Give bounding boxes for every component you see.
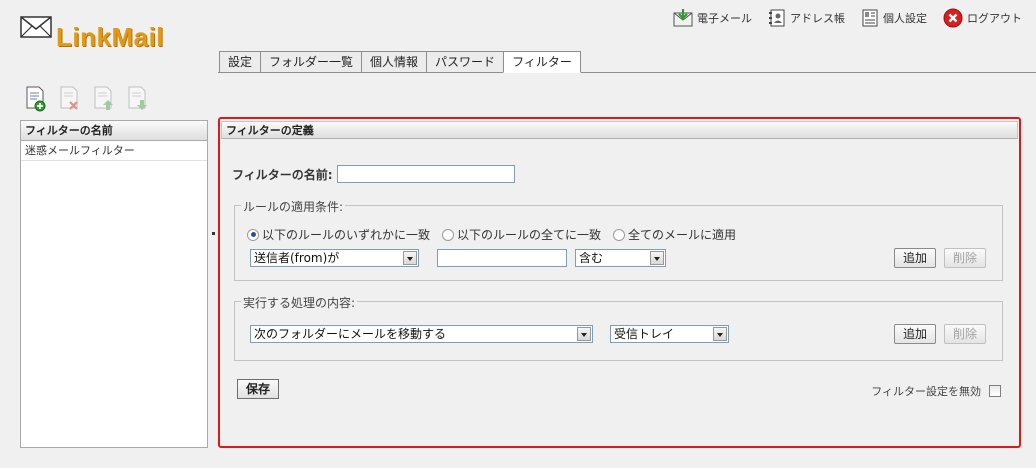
filter-name-input[interactable] <box>336 165 515 183</box>
chevron-down-icon[interactable] <box>713 327 727 341</box>
panel-splitter[interactable] <box>212 232 215 235</box>
target-folder-value: 受信トレイ <box>614 327 675 341</box>
filter-definition-header: フィルターの定義 <box>221 121 1018 139</box>
filter-list-header: フィルターの名前 <box>21 121 207 141</box>
delete-filter-icon <box>60 86 78 110</box>
nav-email-label: 電子メール <box>697 12 752 25</box>
logout-icon <box>943 8 963 28</box>
rules-legend: ルールの適用条件: <box>241 198 346 215</box>
tab-filter[interactable]: フィルター <box>503 51 581 73</box>
disable-filter-label: フィルター設定を無効 <box>871 385 981 398</box>
tab-folder-list[interactable]: フォルダー一覧 <box>260 51 362 73</box>
radio-button[interactable] <box>613 228 626 241</box>
rule-operator-select[interactable]: 含む <box>575 249 666 267</box>
actions-group: 実行する処理の内容: 次のフォルダーにメールを移動する 受信トレイ 追加 削除 <box>234 294 1003 361</box>
new-filter-button[interactable] <box>25 86 47 112</box>
rules-match-options: 以下のルールのいずれかに一致 以下のルールの全てに一致 全てのメールに適用 <box>247 226 736 243</box>
filter-definition-panel: フィルターの定義 フィルターの名前: ルールの適用条件: 以下のルールのいずれか… <box>218 117 1021 448</box>
top-nav: 電子メール アドレス帳 個人設定 ログアウト <box>673 8 1022 28</box>
rule-field-value: 送信者(from)が <box>254 251 340 265</box>
nav-logout-label: ログアウト <box>967 12 1022 25</box>
move-down-button[interactable] <box>127 86 149 112</box>
tab-personal-info[interactable]: 個人情報 <box>361 51 427 73</box>
nav-personal-settings[interactable]: 個人設定 <box>861 8 927 28</box>
filter-name-row: フィルターの名前: <box>232 165 515 183</box>
radio-match-any[interactable]: 以下のルールのいずれかに一致 <box>247 226 430 243</box>
nav-personal-settings-label: 個人設定 <box>883 12 927 25</box>
personal-settings-icon <box>862 9 878 27</box>
action-delete-button[interactable]: 削除 <box>944 324 986 344</box>
radio-all-messages[interactable]: 全てのメールに適用 <box>613 226 736 243</box>
radio-label: 以下のルールの全てに一致 <box>457 228 602 242</box>
rule-field-select[interactable]: 送信者(from)が <box>250 249 419 267</box>
action-type-value: 次のフォルダーにメールを移動する <box>254 327 447 341</box>
disable-filter-checkbox[interactable] <box>989 385 1001 397</box>
radio-label: 以下のルールのいずれかに一致 <box>262 228 431 242</box>
save-button[interactable]: 保存 <box>237 379 279 399</box>
tab-password[interactable]: パスワード <box>426 51 504 73</box>
nav-logout[interactable]: ログアウト <box>943 8 1022 28</box>
radio-label: 全てのメールに適用 <box>628 228 737 242</box>
filter-list-panel: フィルターの名前 迷惑メールフィルター <box>20 120 208 448</box>
radio-button[interactable] <box>247 228 259 241</box>
radio-button[interactable] <box>442 228 455 241</box>
rule-delete-button[interactable]: 削除 <box>944 248 986 268</box>
tab-settings[interactable]: 設定 <box>219 51 261 73</box>
filter-list-item[interactable]: 迷惑メールフィルター <box>21 141 207 161</box>
filter-toolbar <box>25 86 149 112</box>
address-book-icon <box>769 9 785 27</box>
action-add-button[interactable]: 追加 <box>894 324 936 344</box>
logo-text: LinkMail <box>56 22 165 52</box>
envelope-logo-icon <box>20 16 52 38</box>
nav-email[interactable]: 電子メール <box>673 8 752 28</box>
chevron-down-icon[interactable] <box>650 251 664 265</box>
target-folder-select[interactable]: 受信トレイ <box>610 325 729 343</box>
chevron-down-icon[interactable] <box>403 251 417 265</box>
action-type-select[interactable]: 次のフォルダーにメールを移動する <box>250 325 593 343</box>
move-up-button[interactable] <box>93 86 115 112</box>
new-filter-icon <box>26 86 46 112</box>
radio-match-all[interactable]: 以下のルールの全てに一致 <box>442 226 601 243</box>
rule-operator-value: 含む <box>579 251 604 265</box>
mail-download-icon <box>673 9 693 27</box>
rule-value-input[interactable] <box>437 249 567 267</box>
move-down-icon <box>128 86 147 110</box>
rule-add-button[interactable]: 追加 <box>894 248 936 268</box>
disable-filter-row: フィルター設定を無効 <box>871 383 1001 399</box>
filter-name-label: フィルターの名前: <box>232 167 333 182</box>
chevron-down-icon[interactable] <box>577 327 591 341</box>
actions-legend: 実行する処理の内容: <box>241 294 358 311</box>
nav-address-book-label: アドレス帳 <box>790 12 845 25</box>
rules-group: ルールの適用条件: 以下のルールのいずれかに一致 以下のルールの全てに一致 全て… <box>234 198 1003 281</box>
settings-tabs: 設定 フォルダー一覧 個人情報 パスワード フィルター <box>219 51 581 73</box>
move-up-icon <box>94 86 113 110</box>
delete-filter-button[interactable] <box>59 86 81 112</box>
nav-address-book[interactable]: アドレス帳 <box>768 8 845 28</box>
linkmail-logo: LinkMail <box>20 12 165 52</box>
